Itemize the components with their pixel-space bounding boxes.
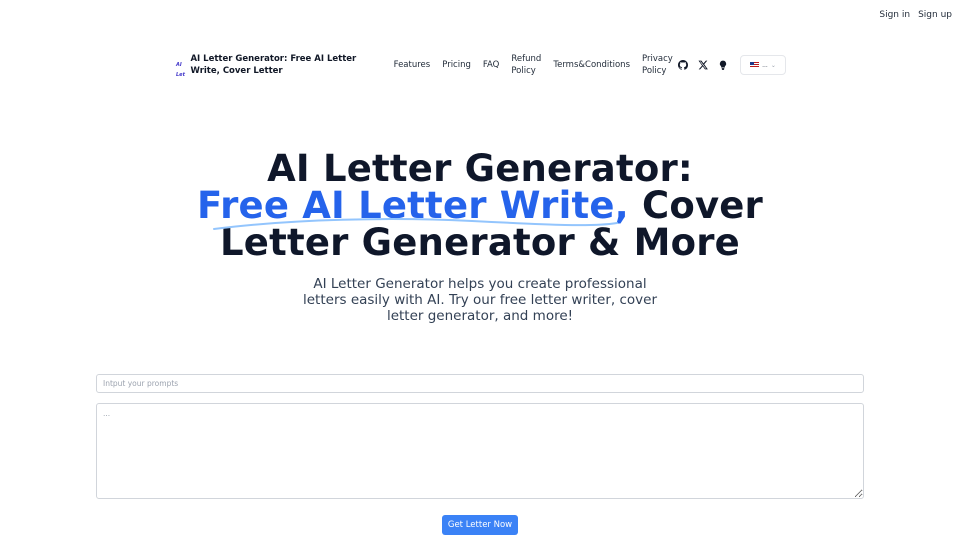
language-selector[interactable]: ... ⌄ [740,55,786,75]
hero-title: AI Letter Generator: Free AI Letter Writ… [0,150,960,261]
hero-subtitle: AI Letter Generator helps you create pro… [303,276,657,324]
signup-link[interactable]: Sign up [918,10,952,20]
nav-refund-policy-link[interactable]: Refund Policy [511,53,543,77]
get-letter-button[interactable]: Get Letter Now [442,515,518,535]
letter-output-textarea[interactable] [96,403,864,499]
github-icon[interactable] [678,60,688,70]
chevron-down-icon: ⌄ [770,61,776,69]
prompt-input[interactable] [96,374,864,393]
language-ellipsis: ... [762,61,768,69]
nav-faq-link[interactable]: FAQ [483,59,499,71]
nav-terms-link[interactable]: Terms&Conditions [553,59,630,71]
social-icons [678,60,728,70]
nav-pricing-link[interactable]: Pricing [442,59,471,71]
nav-features-link[interactable]: Features [394,59,431,71]
brand-title: AI Letter Generator: Free AI Letter Writ… [190,54,357,76]
signin-link[interactable]: Sign in [879,10,910,20]
brand[interactable]: AI Let AI Letter Generator: Free AI Lett… [176,53,386,78]
us-flag-icon [750,62,760,68]
logo: AI Let [176,62,185,78]
auth-links: Sign in Sign up [879,10,952,20]
nav-links: Features Pricing FAQ Refund Policy Terms… [394,53,786,77]
top-navigation: AI Let AI Letter Generator: Free AI Lett… [176,50,786,80]
highlight-underline-swoosh [213,218,618,230]
x-icon[interactable] [698,60,708,70]
hero: AI Letter Generator: Free AI Letter Writ… [0,150,960,261]
nav-privacy-policy-link[interactable]: Privacy Policy [642,53,674,77]
lightbulb-icon[interactable] [718,60,728,70]
